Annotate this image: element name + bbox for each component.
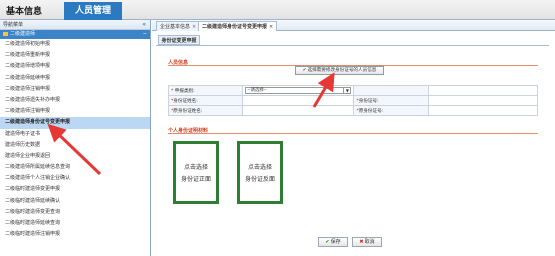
cancel-label: 取消 bbox=[364, 239, 375, 245]
sidebar-item[interactable]: 二级临时建造师注销申报 bbox=[0, 229, 150, 240]
cancel-button[interactable]: ✖取消 bbox=[352, 237, 382, 247]
original-id-number-field[interactable] bbox=[427, 105, 539, 116]
folder-icon bbox=[3, 31, 8, 36]
close-icon: ✖ bbox=[359, 239, 364, 245]
personnel-management-menu[interactable]: 人员管理 bbox=[64, 2, 122, 20]
sidebar-item[interactable]: 二级建造师注销申报 bbox=[0, 106, 150, 117]
sidebar-item[interactable]: 二级建造师遗失补办申报 bbox=[0, 95, 150, 106]
sidebar-group-constructor[interactable]: 二级建造师 − bbox=[0, 30, 150, 39]
empty-label bbox=[353, 85, 429, 96]
tab-label: 企业基本信息 bbox=[160, 24, 191, 30]
id-name-field[interactable] bbox=[242, 95, 355, 106]
form-row: * 申报类别: --请选择-- ▼ bbox=[167, 85, 539, 96]
original-id-name-field[interactable] bbox=[242, 105, 355, 116]
chevron-down-icon: ▼ bbox=[343, 88, 350, 93]
sidebar-item[interactable]: 二级建造师延续申报 bbox=[0, 73, 150, 84]
tab-company-basic-info[interactable]: 企业基本信息 × bbox=[156, 21, 201, 31]
sidebar-item[interactable]: 二级建造师注销申报 bbox=[0, 84, 150, 95]
save-button[interactable]: ✔保存 bbox=[318, 237, 348, 247]
sidebar-item[interactable]: 二级建造师增项申报 bbox=[0, 61, 150, 72]
save-label: 保存 bbox=[330, 239, 341, 245]
form-row: *身份证姓名: *身份证号: bbox=[167, 95, 539, 106]
collapse-group-icon[interactable]: − bbox=[143, 30, 147, 39]
sidebar-item[interactable]: 二级建造师身份证号变更申报 bbox=[0, 117, 150, 129]
sidebar-item-list: 二级建造师初始申报 二级建造师重新申报 二级建造师增项申报 二级建造师延续申报 二级建造… bbox=[0, 39, 150, 240]
tab-id-change-declaration[interactable]: 二级建造师身份证号变更申报 × bbox=[198, 21, 278, 31]
top-navigation: 基本信息 人员管理 bbox=[0, 0, 555, 20]
id-number-field[interactable] bbox=[427, 95, 539, 106]
sidebar-item[interactable]: 二级建造师初始申报 bbox=[0, 39, 150, 50]
original-id-number-label: *原身份证号: bbox=[353, 105, 429, 116]
declaration-type-label: * 申报类别: bbox=[167, 85, 244, 96]
subtab-id-change[interactable]: 身份证变更申报 bbox=[158, 35, 200, 45]
sidebar-item[interactable]: 二级建造师重新申报 bbox=[0, 50, 150, 61]
form-row: *原身份证姓名: *原身份证号: bbox=[167, 105, 539, 116]
sidebar-item[interactable]: 二级临时建造师变更申报 bbox=[0, 184, 150, 195]
id-name-label: *身份证姓名: bbox=[167, 95, 244, 106]
sidebar-item[interactable]: 建造师企业申报退回 bbox=[0, 151, 150, 162]
tab-bar: 企业基本信息 × 二级建造师身份证号变更申报 × bbox=[152, 20, 555, 31]
upload-id-back[interactable]: 点击选择 身份证反面 bbox=[237, 141, 283, 204]
id-number-label: *身份证号: bbox=[353, 95, 429, 106]
original-id-name-label: *原身份证姓名: bbox=[167, 105, 244, 116]
empty-value bbox=[427, 85, 539, 96]
sidebar-item[interactable]: 二级临时建造师变更查询 bbox=[0, 207, 150, 218]
select-person-label: 选择需要修改身份证号的人员信息 bbox=[307, 68, 377, 73]
upload-back-line1: 点击选择 bbox=[247, 164, 272, 171]
personnel-form: * 申报类别: --请选择-- ▼ *身份证姓名: *身份证号: *原身份证姓名:… bbox=[167, 85, 539, 116]
section-divider bbox=[168, 133, 538, 134]
sidebar-item[interactable]: 二级临时建造师延续确认 bbox=[0, 196, 150, 207]
basic-info-menu[interactable]: 基本信息 bbox=[6, 4, 42, 17]
declaration-type-cell: --请选择-- ▼ bbox=[242, 85, 355, 96]
check-icon: ✔ bbox=[325, 239, 330, 245]
tab-label: 二级建造师身份证号变更申报 bbox=[202, 24, 268, 30]
sidebar-item[interactable]: 建造师电子证书 bbox=[0, 129, 150, 140]
declaration-type-select[interactable]: --请选择-- ▼ bbox=[245, 87, 352, 94]
sidebar-group-label: 二级建造师 bbox=[10, 31, 36, 37]
upload-front-line1: 点击选择 bbox=[183, 164, 208, 171]
main-panel: 人员信息 ✔选择需要修改身份证号的人员信息 * 申报类别: --请选择-- ▼ *… bbox=[163, 55, 541, 225]
sidebar-item[interactable]: 建造师历史数据 bbox=[0, 140, 150, 151]
check-icon: ✔ bbox=[302, 68, 307, 73]
sidebar-collapse-icon[interactable]: « bbox=[142, 20, 146, 30]
divider bbox=[156, 45, 549, 46]
sidebar-item[interactable]: 二级建造师个人注销企业确认 bbox=[0, 173, 150, 184]
upload-front-line2: 身份证正面 bbox=[180, 176, 211, 183]
upload-id-front[interactable]: 点击选择 身份证正面 bbox=[173, 141, 219, 204]
upload-back-line2: 身份证反面 bbox=[244, 176, 275, 183]
sidebar: 导航菜单 « 二级建造师 − 二级建造师初始申报 二级建造师重新申报 二级建造师增项… bbox=[0, 20, 151, 256]
sidebar-header: 导航菜单 « bbox=[0, 20, 150, 30]
close-icon[interactable]: × bbox=[269, 24, 273, 30]
sidebar-item[interactable]: 二级临时建造师延续查询 bbox=[0, 218, 150, 229]
select-person-button[interactable]: ✔选择需要修改身份证号的人员信息 bbox=[295, 66, 384, 75]
close-icon[interactable]: × bbox=[192, 24, 196, 30]
sidebar-item[interactable]: 二级建造师所属延续信息查询 bbox=[0, 162, 150, 173]
sidebar-title: 导航菜单 bbox=[3, 22, 24, 28]
